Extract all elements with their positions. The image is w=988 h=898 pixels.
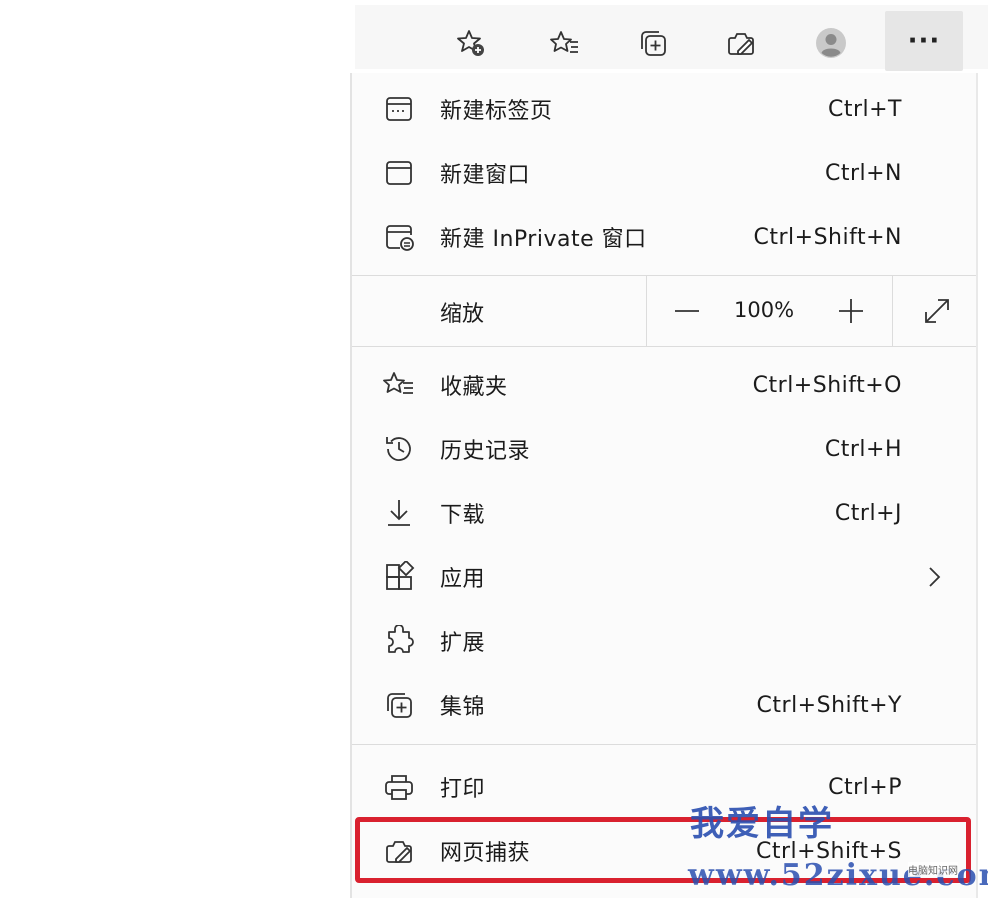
menu-item-new-inprivate[interactable]: 新建 InPrivate 窗口 Ctrl+Shift+N <box>352 205 976 269</box>
web-capture-button[interactable] <box>715 17 767 69</box>
zoom-out-button[interactable] <box>666 290 708 332</box>
collections-shortcut: Ctrl+Shift+Y <box>756 692 902 718</box>
profile-button[interactable] <box>805 17 857 69</box>
zoom-value: 100% <box>734 298 795 322</box>
print-shortcut: Ctrl+P <box>828 774 902 800</box>
favorites-icon <box>382 368 416 402</box>
favorites-icon <box>550 31 578 53</box>
downloads-label: 下载 <box>440 503 486 528</box>
avatar-icon <box>816 28 846 58</box>
history-label: 历史记录 <box>440 439 531 464</box>
apps-icon <box>382 560 416 594</box>
favorites-label: 收藏夹 <box>440 375 508 400</box>
new-window-label: 新建窗口 <box>440 163 531 188</box>
menu-item-extensions[interactable]: 扩展 <box>352 609 976 673</box>
zoom-row: 缩放 100% <box>352 276 976 346</box>
more-icon: ··· <box>907 26 941 56</box>
more-button[interactable]: ··· <box>885 11 963 71</box>
history-shortcut: Ctrl+H <box>824 436 902 462</box>
new-tab-icon <box>382 92 416 126</box>
collections-icon <box>641 31 666 56</box>
extensions-label: 扩展 <box>440 631 486 656</box>
web-capture-icon <box>728 33 754 55</box>
collections-button[interactable] <box>627 17 679 69</box>
menu-divider <box>352 346 976 347</box>
downloads-shortcut: Ctrl+J <box>834 500 902 526</box>
browser-toolbar: ··· <box>355 5 988 71</box>
menu-divider <box>352 744 976 745</box>
menu-item-apps[interactable]: 应用 <box>352 545 976 609</box>
menu-item-downloads[interactable]: 下载 Ctrl+J <box>352 481 976 545</box>
add-favorite-button[interactable] <box>445 17 497 69</box>
favorites-shortcut: Ctrl+Shift+O <box>752 372 902 398</box>
zoom-label: 缩放 <box>440 302 485 327</box>
new-inprivate-label: 新建 InPrivate 窗口 <box>440 227 647 252</box>
menu-item-print[interactable]: 打印 Ctrl+P <box>352 755 976 819</box>
zoom-divider <box>646 276 647 346</box>
expand-icon <box>925 299 949 323</box>
star-add-icon <box>457 30 484 56</box>
menu-item-favorites[interactable]: 收藏夹 Ctrl+Shift+O <box>352 353 976 417</box>
print-icon <box>382 770 416 804</box>
menu-item-new-window[interactable]: 新建窗口 Ctrl+N <box>352 141 976 205</box>
chevron-right-icon <box>929 567 941 587</box>
plus-icon <box>839 299 863 323</box>
minus-icon <box>675 310 699 312</box>
zoom-in-button[interactable] <box>830 290 872 332</box>
new-window-shortcut: Ctrl+N <box>824 160 902 186</box>
watermark-small: 电脑知识网 <box>908 862 958 877</box>
download-icon <box>382 496 416 530</box>
fullscreen-button[interactable] <box>916 290 958 332</box>
new-inprivate-shortcut: Ctrl+Shift+N <box>753 224 902 250</box>
menu-item-collections[interactable]: 集锦 Ctrl+Shift+Y <box>352 673 976 737</box>
favorites-button[interactable] <box>539 17 591 69</box>
apps-label: 应用 <box>440 567 486 592</box>
new-tab-label: 新建标签页 <box>440 99 553 124</box>
window-icon <box>382 156 416 190</box>
collections-icon <box>382 688 416 722</box>
menu-item-history[interactable]: 历史记录 Ctrl+H <box>352 417 976 481</box>
settings-menu: 新建标签页 Ctrl+T 新建窗口 Ctrl+N 新建 InPrivate 窗口… <box>350 73 978 898</box>
collections-label: 集锦 <box>440 695 486 720</box>
history-icon <box>382 432 416 466</box>
zoom-divider <box>892 276 893 346</box>
watermark-title: 我爱自学 <box>690 804 834 844</box>
new-tab-shortcut: Ctrl+T <box>827 96 902 122</box>
inprivate-icon <box>382 220 416 254</box>
menu-item-new-tab[interactable]: 新建标签页 Ctrl+T <box>352 77 976 141</box>
extensions-icon <box>382 624 416 658</box>
print-label: 打印 <box>440 777 486 802</box>
